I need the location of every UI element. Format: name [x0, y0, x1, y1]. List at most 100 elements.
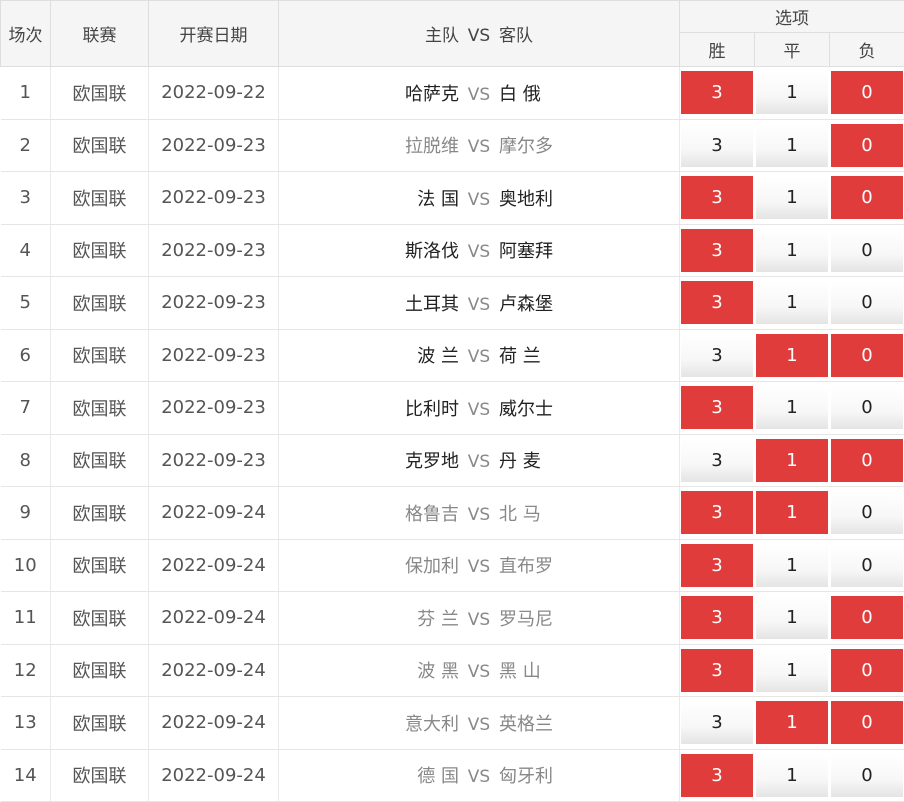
table-row: 12欧国联2022-09-24波 黑VS黑 山310: [1, 644, 904, 697]
row-index: 9: [1, 487, 51, 540]
option-cell-draw: 1: [755, 749, 830, 802]
option-cell-lose: 0: [830, 172, 904, 225]
row-match: 哈萨克VS白 俄: [279, 67, 680, 120]
option-draw-button[interactable]: 1: [756, 71, 828, 114]
header-lose: 负: [830, 33, 904, 67]
row-match: 拉脱维VS摩尔多: [279, 119, 680, 172]
vs-label: VS: [459, 295, 499, 315]
home-team: 法 国: [371, 185, 459, 211]
row-date: 2022-09-22: [149, 67, 279, 120]
row-index: 1: [1, 67, 51, 120]
match-table-panel: 场次 联赛 开赛日期 主队VS客队 选项 胜 平 负 1欧国联2022-09-2…: [0, 0, 904, 743]
away-team: 荷 兰: [499, 342, 587, 368]
option-lose-button[interactable]: 0: [831, 596, 903, 639]
option-win-button[interactable]: 3: [681, 649, 753, 692]
vs-label: VS: [459, 190, 499, 210]
row-date: 2022-09-23: [149, 277, 279, 330]
option-draw-button[interactable]: 1: [756, 229, 828, 272]
option-win-button[interactable]: 3: [681, 596, 753, 639]
option-cell-lose: 0: [830, 592, 904, 645]
home-team: 比利时: [371, 395, 459, 421]
row-league: 欧国联: [51, 697, 149, 750]
option-win-button[interactable]: 3: [681, 544, 753, 587]
option-win-button[interactable]: 3: [681, 754, 753, 797]
home-team: 波 黑: [371, 657, 459, 683]
row-index: 6: [1, 329, 51, 382]
home-team: 德 国: [371, 762, 459, 788]
home-team: 拉脱维: [371, 132, 459, 158]
away-team: 北 马: [499, 500, 587, 526]
row-date: 2022-09-23: [149, 382, 279, 435]
option-draw-button[interactable]: 1: [756, 754, 828, 797]
away-team: 丹 麦: [499, 447, 587, 473]
option-draw-button[interactable]: 1: [756, 334, 828, 377]
option-lose-button[interactable]: 0: [831, 71, 903, 114]
table-row: 11欧国联2022-09-24芬 兰VS罗马尼310: [1, 592, 904, 645]
row-match: 土耳其VS卢森堡: [279, 277, 680, 330]
table-row: 3欧国联2022-09-23法 国VS奥地利310: [1, 172, 904, 225]
option-draw-button[interactable]: 1: [756, 439, 828, 482]
option-win-button[interactable]: 3: [681, 701, 753, 744]
row-index: 12: [1, 644, 51, 697]
home-team: 土耳其: [371, 290, 459, 316]
table-row: 1欧国联2022-09-22哈萨克VS白 俄310: [1, 67, 904, 120]
option-draw-button[interactable]: 1: [756, 649, 828, 692]
option-draw-button[interactable]: 1: [756, 124, 828, 167]
option-cell-win: 3: [680, 434, 755, 487]
option-lose-button[interactable]: 0: [831, 281, 903, 324]
row-index: 10: [1, 539, 51, 592]
option-draw-button[interactable]: 1: [756, 491, 828, 534]
option-draw-button[interactable]: 1: [756, 596, 828, 639]
option-win-button[interactable]: 3: [681, 71, 753, 114]
home-team: 保加利: [371, 552, 459, 578]
table-row: 14欧国联2022-09-24德 国VS匈牙利310: [1, 749, 904, 802]
row-league: 欧国联: [51, 224, 149, 277]
option-lose-button[interactable]: 0: [831, 649, 903, 692]
option-cell-lose: 0: [830, 487, 904, 540]
row-league: 欧国联: [51, 592, 149, 645]
option-lose-button[interactable]: 0: [831, 491, 903, 534]
vs-label: VS: [459, 610, 499, 630]
option-win-button[interactable]: 3: [681, 491, 753, 534]
option-win-button[interactable]: 3: [681, 334, 753, 377]
option-cell-draw: 1: [755, 539, 830, 592]
option-lose-button[interactable]: 0: [831, 124, 903, 167]
option-cell-lose: 0: [830, 697, 904, 750]
option-cell-lose: 0: [830, 329, 904, 382]
option-cell-lose: 0: [830, 539, 904, 592]
option-draw-button[interactable]: 1: [756, 176, 828, 219]
row-league: 欧国联: [51, 382, 149, 435]
option-win-button[interactable]: 3: [681, 229, 753, 272]
table-row: 4欧国联2022-09-23斯洛伐VS阿塞拜310: [1, 224, 904, 277]
option-cell-lose: 0: [830, 749, 904, 802]
row-league: 欧国联: [51, 172, 149, 225]
table-row: 13欧国联2022-09-24意大利VS英格兰310: [1, 697, 904, 750]
option-draw-button[interactable]: 1: [756, 281, 828, 324]
option-lose-button[interactable]: 0: [831, 701, 903, 744]
header-draw: 平: [755, 33, 830, 67]
option-draw-button[interactable]: 1: [756, 701, 828, 744]
vs-label: VS: [459, 242, 499, 262]
option-lose-button[interactable]: 0: [831, 754, 903, 797]
option-win-button[interactable]: 3: [681, 124, 753, 167]
option-win-button[interactable]: 3: [681, 386, 753, 429]
row-match: 法 国VS奥地利: [279, 172, 680, 225]
option-lose-button[interactable]: 0: [831, 334, 903, 377]
option-draw-button[interactable]: 1: [756, 386, 828, 429]
table-body: 1欧国联2022-09-22哈萨克VS白 俄3102欧国联2022-09-23拉…: [1, 67, 904, 802]
row-date: 2022-09-24: [149, 697, 279, 750]
option-draw-button[interactable]: 1: [756, 544, 828, 587]
option-lose-button[interactable]: 0: [831, 176, 903, 219]
option-lose-button[interactable]: 0: [831, 229, 903, 272]
vs-label: VS: [459, 452, 499, 472]
row-date: 2022-09-24: [149, 592, 279, 645]
option-lose-button[interactable]: 0: [831, 544, 903, 587]
option-lose-button[interactable]: 0: [831, 439, 903, 482]
vs-label: VS: [459, 557, 499, 577]
option-win-button[interactable]: 3: [681, 439, 753, 482]
row-index: 7: [1, 382, 51, 435]
option-lose-button[interactable]: 0: [831, 386, 903, 429]
option-win-button[interactable]: 3: [681, 281, 753, 324]
header-match: 主队VS客队: [279, 1, 680, 67]
option-win-button[interactable]: 3: [681, 176, 753, 219]
